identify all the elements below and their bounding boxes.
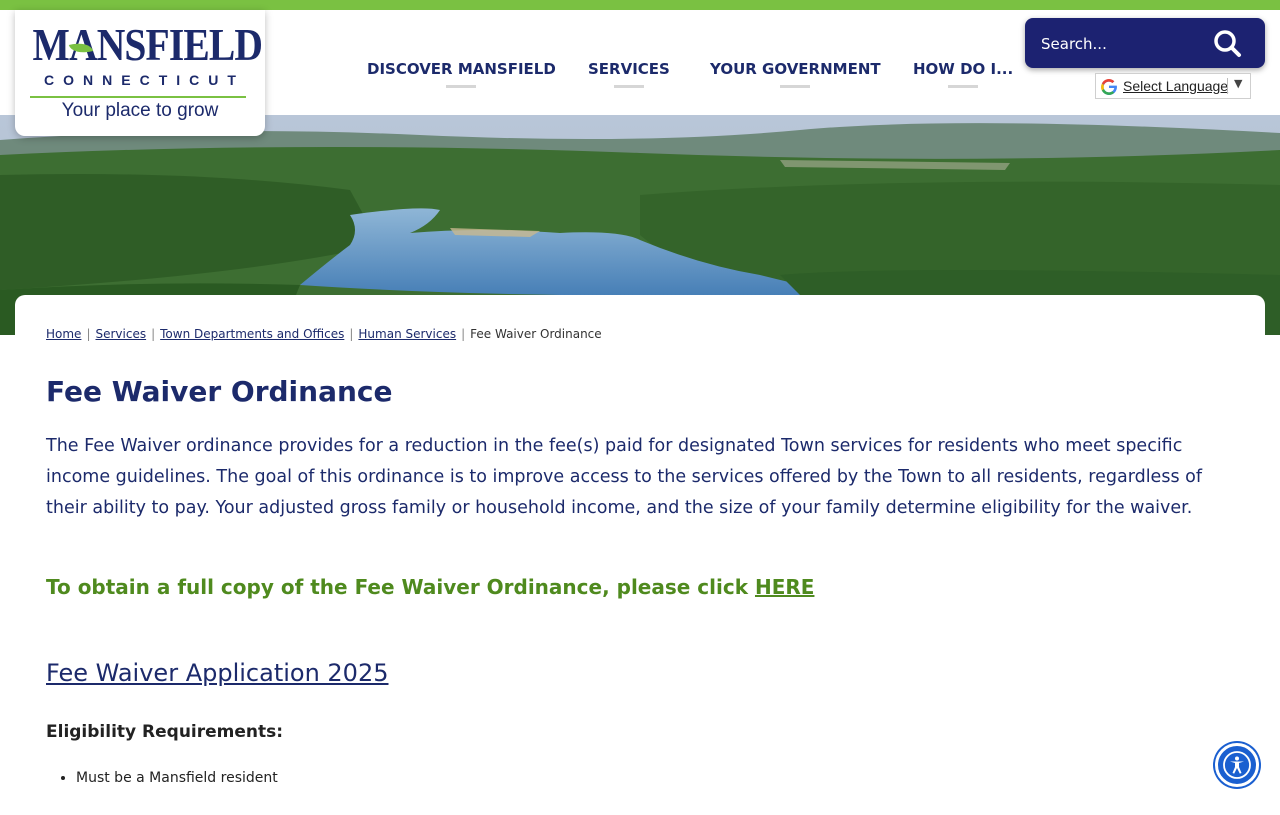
eligibility-heading: Eligibility Requirements: bbox=[46, 722, 284, 742]
accessibility-icon bbox=[1223, 751, 1251, 779]
breadcrumb-human-services[interactable]: Human Services bbox=[358, 327, 456, 341]
language-label: Select Language bbox=[1123, 78, 1229, 94]
dropdown-arrow-icon: ▼ bbox=[1234, 77, 1243, 90]
logo-tagline: Your place to grow bbox=[61, 100, 219, 121]
ordinance-copy-label: To obtain a full copy of the Fee Waiver … bbox=[46, 575, 755, 599]
breadcrumb-separator: | bbox=[151, 327, 156, 341]
breadcrumb-separator: | bbox=[461, 327, 466, 341]
logo-wordmark: MANSFIELD bbox=[32, 19, 264, 70]
language-selector[interactable]: Select Language ▼ bbox=[1095, 73, 1251, 99]
nav-your-government[interactable]: YOUR GOVERNMENT bbox=[710, 60, 881, 88]
breadcrumb-current: Fee Waiver Ordinance bbox=[470, 327, 602, 341]
search-icon[interactable] bbox=[1212, 28, 1244, 60]
breadcrumb-separator: | bbox=[349, 327, 354, 341]
accessibility-button[interactable] bbox=[1215, 743, 1259, 787]
top-accent-bar bbox=[0, 0, 1280, 10]
ordinance-copy-text: To obtain a full copy of the Fee Waiver … bbox=[46, 575, 814, 599]
ordinance-here-link[interactable]: HERE bbox=[755, 575, 814, 599]
nav-underline bbox=[446, 85, 477, 88]
requirements-list: Must be a Mansfield resident bbox=[46, 770, 278, 786]
nav-label: YOUR GOVERNMENT bbox=[710, 60, 881, 78]
nav-label: DISCOVER MANSFIELD bbox=[367, 60, 556, 78]
nav-label: HOW DO I... bbox=[913, 60, 1014, 78]
breadcrumb-town-departments[interactable]: Town Departments and Offices bbox=[160, 327, 344, 341]
list-item: Must be a Mansfield resident bbox=[76, 770, 278, 786]
nav-how-do-i[interactable]: HOW DO I... bbox=[913, 60, 1013, 88]
main-content: Home | Services | Town Departments and Offic… bbox=[15, 295, 1265, 815]
search-input[interactable] bbox=[1039, 18, 1203, 70]
page-title: Fee Waiver Ordinance bbox=[46, 375, 393, 408]
language-divider bbox=[1227, 78, 1228, 94]
nav-underline bbox=[780, 85, 811, 88]
breadcrumb-separator: | bbox=[86, 327, 91, 341]
breadcrumb: Home | Services | Town Departments and Offic… bbox=[46, 327, 602, 341]
logo-state: CONNECTICUT bbox=[44, 72, 245, 88]
breadcrumb-services[interactable]: Services bbox=[95, 327, 146, 341]
intro-paragraph: The Fee Waiver ordinance provides for a … bbox=[46, 436, 1202, 518]
breadcrumb-home[interactable]: Home bbox=[46, 327, 81, 341]
nav-underline bbox=[613, 85, 644, 88]
nav-label: SERVICES bbox=[588, 60, 670, 78]
google-g-icon bbox=[1101, 79, 1117, 95]
nav-services[interactable]: SERVICES bbox=[588, 60, 670, 88]
fee-waiver-application-link[interactable]: Fee Waiver Application 2025 bbox=[46, 659, 389, 687]
site-logo[interactable]: MANSFIELD CONNECTICUT Your place to grow bbox=[15, 10, 265, 136]
logo-divider bbox=[30, 96, 246, 98]
nav-underline bbox=[948, 85, 979, 88]
nav-discover-mansfield[interactable]: DISCOVER MANSFIELD bbox=[367, 60, 556, 88]
